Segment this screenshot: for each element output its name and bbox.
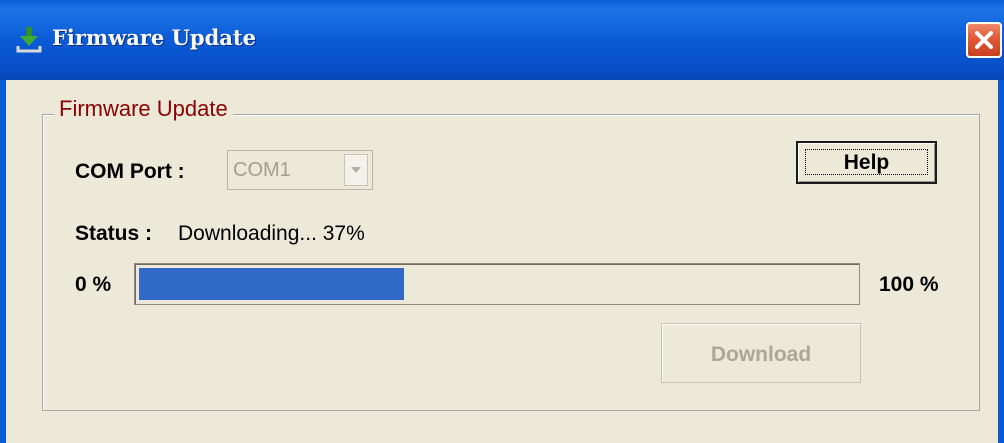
- group-title: Firmware Update: [54, 96, 233, 122]
- window-title: Firmware Update: [52, 25, 256, 50]
- download-button-label: Download: [710, 343, 812, 366]
- close-icon: [975, 31, 993, 49]
- progress-fill: [139, 268, 404, 300]
- help-button[interactable]: Help: [796, 141, 937, 184]
- status-text: Downloading... 37%: [178, 222, 365, 245]
- download-arrow-icon: [14, 24, 44, 54]
- firmware-update-window: Firmware Update Firmware Update COM Port…: [0, 0, 1004, 443]
- title-bar[interactable]: Firmware Update: [0, 0, 1004, 80]
- com-port-value: COM1: [233, 159, 291, 181]
- help-button-label: Help: [843, 151, 890, 174]
- progress-max-label: 100 %: [879, 273, 939, 296]
- com-port-dropdown-button[interactable]: [344, 154, 368, 186]
- close-button[interactable]: [966, 22, 1002, 58]
- download-progress-bar: [134, 263, 860, 305]
- chevron-down-icon: [351, 167, 361, 173]
- progress-min-label: 0 %: [75, 273, 112, 296]
- com-port-select[interactable]: COM1: [227, 150, 373, 190]
- window-frame-left: [0, 80, 6, 443]
- download-button[interactable]: Download: [661, 323, 861, 383]
- status-label: Status :: [75, 222, 153, 245]
- com-port-label: COM Port :: [75, 160, 185, 183]
- window-frame-right: [998, 80, 1004, 443]
